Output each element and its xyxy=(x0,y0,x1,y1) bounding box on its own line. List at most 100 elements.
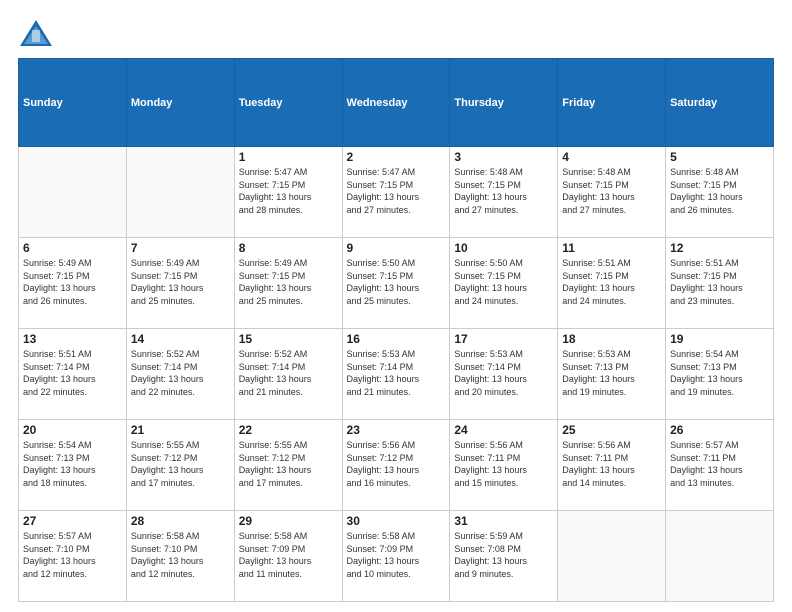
day-number: 28 xyxy=(131,514,230,528)
day-number: 20 xyxy=(23,423,122,437)
calendar-cell: 5 Sunrise: 5:48 AM Sunset: 7:15 PM Daylig… xyxy=(666,147,774,238)
calendar-cell: 26 Sunrise: 5:57 AM Sunset: 7:11 PM Dayli… xyxy=(666,420,774,511)
calendar-cell: 25 Sunrise: 5:56 AM Sunset: 7:11 PM Dayli… xyxy=(558,420,666,511)
day-info: Sunrise: 5:58 AM Sunset: 7:09 PM Dayligh… xyxy=(239,530,338,580)
calendar-cell: 20 Sunrise: 5:54 AM Sunset: 7:13 PM Dayli… xyxy=(19,420,127,511)
day-number: 7 xyxy=(131,241,230,255)
day-number: 14 xyxy=(131,332,230,346)
day-number: 27 xyxy=(23,514,122,528)
day-info: Sunrise: 5:50 AM Sunset: 7:15 PM Dayligh… xyxy=(454,257,553,307)
day-number: 2 xyxy=(347,150,446,164)
day-number: 25 xyxy=(562,423,661,437)
day-number: 17 xyxy=(454,332,553,346)
day-info: Sunrise: 5:54 AM Sunset: 7:13 PM Dayligh… xyxy=(670,348,769,398)
calendar-cell: 4Sunrise: 5:48 AM Sunset: 7:15 PM Daylig… xyxy=(558,147,666,238)
day-info: Sunrise: 5:58 AM Sunset: 7:09 PM Dayligh… xyxy=(347,530,446,580)
page: SundayMondayTuesdayWednesdayThursdayFrid… xyxy=(0,0,792,612)
day-number: 16 xyxy=(347,332,446,346)
weekday-header-friday: Friday xyxy=(558,59,666,147)
day-info: Sunrise: 5:56 AM Sunset: 7:12 PM Dayligh… xyxy=(347,439,446,489)
day-info: Sunrise: 5:53 AM Sunset: 7:14 PM Dayligh… xyxy=(454,348,553,398)
calendar-cell: 7 Sunrise: 5:49 AM Sunset: 7:15 PM Daylig… xyxy=(126,238,234,329)
day-info: Sunrise: 5:50 AM Sunset: 7:15 PM Dayligh… xyxy=(347,257,446,307)
week-row-2: 6 Sunrise: 5:49 AM Sunset: 7:15 PM Daylig… xyxy=(19,238,774,329)
weekday-header-monday: Monday xyxy=(126,59,234,147)
calendar-cell: 9 Sunrise: 5:50 AM Sunset: 7:15 PM Daylig… xyxy=(342,238,450,329)
day-info: Sunrise: 5:55 AM Sunset: 7:12 PM Dayligh… xyxy=(239,439,338,489)
calendar-cell: 21Sunrise: 5:55 AM Sunset: 7:12 PM Dayli… xyxy=(126,420,234,511)
day-info: Sunrise: 5:52 AM Sunset: 7:14 PM Dayligh… xyxy=(131,348,230,398)
day-info: Sunrise: 5:59 AM Sunset: 7:08 PM Dayligh… xyxy=(454,530,553,580)
day-info: Sunrise: 5:54 AM Sunset: 7:13 PM Dayligh… xyxy=(23,439,122,489)
logo xyxy=(18,18,58,48)
day-info: Sunrise: 5:53 AM Sunset: 7:14 PM Dayligh… xyxy=(347,348,446,398)
day-info: Sunrise: 5:49 AM Sunset: 7:15 PM Dayligh… xyxy=(23,257,122,307)
calendar-cell: 29 Sunrise: 5:58 AM Sunset: 7:09 PM Dayli… xyxy=(234,511,342,602)
day-info: Sunrise: 5:56 AM Sunset: 7:11 PM Dayligh… xyxy=(454,439,553,489)
calendar-cell: 17 Sunrise: 5:53 AM Sunset: 7:14 PM Dayli… xyxy=(450,329,558,420)
calendar-cell: 15 Sunrise: 5:52 AM Sunset: 7:14 PM Dayli… xyxy=(234,329,342,420)
day-number: 10 xyxy=(454,241,553,255)
day-number: 30 xyxy=(347,514,446,528)
calendar-table: SundayMondayTuesdayWednesdayThursdayFrid… xyxy=(18,58,774,602)
day-number: 4 xyxy=(562,150,661,164)
calendar-cell: 22 Sunrise: 5:55 AM Sunset: 7:12 PM Dayli… xyxy=(234,420,342,511)
day-number: 18 xyxy=(562,332,661,346)
day-info: Sunrise: 5:57 AM Sunset: 7:10 PM Dayligh… xyxy=(23,530,122,580)
calendar-cell: 18 Sunrise: 5:53 AM Sunset: 7:13 PM Dayli… xyxy=(558,329,666,420)
calendar-cell: 19 Sunrise: 5:54 AM Sunset: 7:13 PM Dayli… xyxy=(666,329,774,420)
week-row-5: 27 Sunrise: 5:57 AM Sunset: 7:10 PM Dayli… xyxy=(19,511,774,602)
calendar-cell: 14 Sunrise: 5:52 AM Sunset: 7:14 PM Dayli… xyxy=(126,329,234,420)
calendar-cell: 8 Sunrise: 5:49 AM Sunset: 7:15 PM Daylig… xyxy=(234,238,342,329)
weekday-header-wednesday: Wednesday xyxy=(342,59,450,147)
day-info: Sunrise: 5:57 AM Sunset: 7:11 PM Dayligh… xyxy=(670,439,769,489)
day-info: Sunrise: 5:51 AM Sunset: 7:15 PM Dayligh… xyxy=(562,257,661,307)
day-info: Sunrise: 5:55 AM Sunset: 7:12 PM Dayligh… xyxy=(131,439,230,489)
calendar-cell: 12 Sunrise: 5:51 AM Sunset: 7:15 PM Dayli… xyxy=(666,238,774,329)
day-info: Sunrise: 5:47 AM Sunset: 7:15 PM Dayligh… xyxy=(347,166,446,216)
day-number: 1 xyxy=(239,150,338,164)
day-info: Sunrise: 5:48 AM Sunset: 7:15 PM Dayligh… xyxy=(454,166,553,216)
day-info: Sunrise: 5:53 AM Sunset: 7:13 PM Dayligh… xyxy=(562,348,661,398)
day-number: 13 xyxy=(23,332,122,346)
day-number: 29 xyxy=(239,514,338,528)
day-number: 8 xyxy=(239,241,338,255)
day-number: 31 xyxy=(454,514,553,528)
day-number: 9 xyxy=(347,241,446,255)
weekday-header-sunday: Sunday xyxy=(19,59,127,147)
weekday-header-saturday: Saturday xyxy=(666,59,774,147)
calendar-cell: 3Sunrise: 5:48 AM Sunset: 7:15 PM Daylig… xyxy=(450,147,558,238)
calendar-cell: 11 Sunrise: 5:51 AM Sunset: 7:15 PM Dayli… xyxy=(558,238,666,329)
day-info: Sunrise: 5:58 AM Sunset: 7:10 PM Dayligh… xyxy=(131,530,230,580)
day-number: 26 xyxy=(670,423,769,437)
calendar-cell: 28 Sunrise: 5:58 AM Sunset: 7:10 PM Dayli… xyxy=(126,511,234,602)
logo-icon xyxy=(18,18,54,48)
day-number: 24 xyxy=(454,423,553,437)
calendar-cell: 30 Sunrise: 5:58 AM Sunset: 7:09 PM Dayli… xyxy=(342,511,450,602)
day-number: 12 xyxy=(670,241,769,255)
calendar-cell: 23 Sunrise: 5:56 AM Sunset: 7:12 PM Dayli… xyxy=(342,420,450,511)
calendar-cell: 16 Sunrise: 5:53 AM Sunset: 7:14 PM Dayli… xyxy=(342,329,450,420)
calendar-cell: 2 Sunrise: 5:47 AM Sunset: 7:15 PM Daylig… xyxy=(342,147,450,238)
day-info: Sunrise: 5:48 AM Sunset: 7:15 PM Dayligh… xyxy=(670,166,769,216)
day-number: 19 xyxy=(670,332,769,346)
day-info: Sunrise: 5:52 AM Sunset: 7:14 PM Dayligh… xyxy=(239,348,338,398)
day-number: 22 xyxy=(239,423,338,437)
calendar-cell xyxy=(558,511,666,602)
weekday-header-tuesday: Tuesday xyxy=(234,59,342,147)
day-number: 23 xyxy=(347,423,446,437)
header xyxy=(18,18,774,48)
day-info: Sunrise: 5:51 AM Sunset: 7:14 PM Dayligh… xyxy=(23,348,122,398)
calendar-cell: 24 Sunrise: 5:56 AM Sunset: 7:11 PM Dayli… xyxy=(450,420,558,511)
day-info: Sunrise: 5:56 AM Sunset: 7:11 PM Dayligh… xyxy=(562,439,661,489)
day-number: 6 xyxy=(23,241,122,255)
weekday-header-row: SundayMondayTuesdayWednesdayThursdayFrid… xyxy=(19,59,774,147)
day-number: 15 xyxy=(239,332,338,346)
day-number: 5 xyxy=(670,150,769,164)
day-info: Sunrise: 5:49 AM Sunset: 7:15 PM Dayligh… xyxy=(131,257,230,307)
calendar-cell: 1Sunrise: 5:47 AM Sunset: 7:15 PM Daylig… xyxy=(234,147,342,238)
day-number: 11 xyxy=(562,241,661,255)
day-info: Sunrise: 5:51 AM Sunset: 7:15 PM Dayligh… xyxy=(670,257,769,307)
day-info: Sunrise: 5:49 AM Sunset: 7:15 PM Dayligh… xyxy=(239,257,338,307)
week-row-1: 1 Sunrise: 5:47 AM Sunset: 7:15 PM Daylig… xyxy=(19,147,774,238)
